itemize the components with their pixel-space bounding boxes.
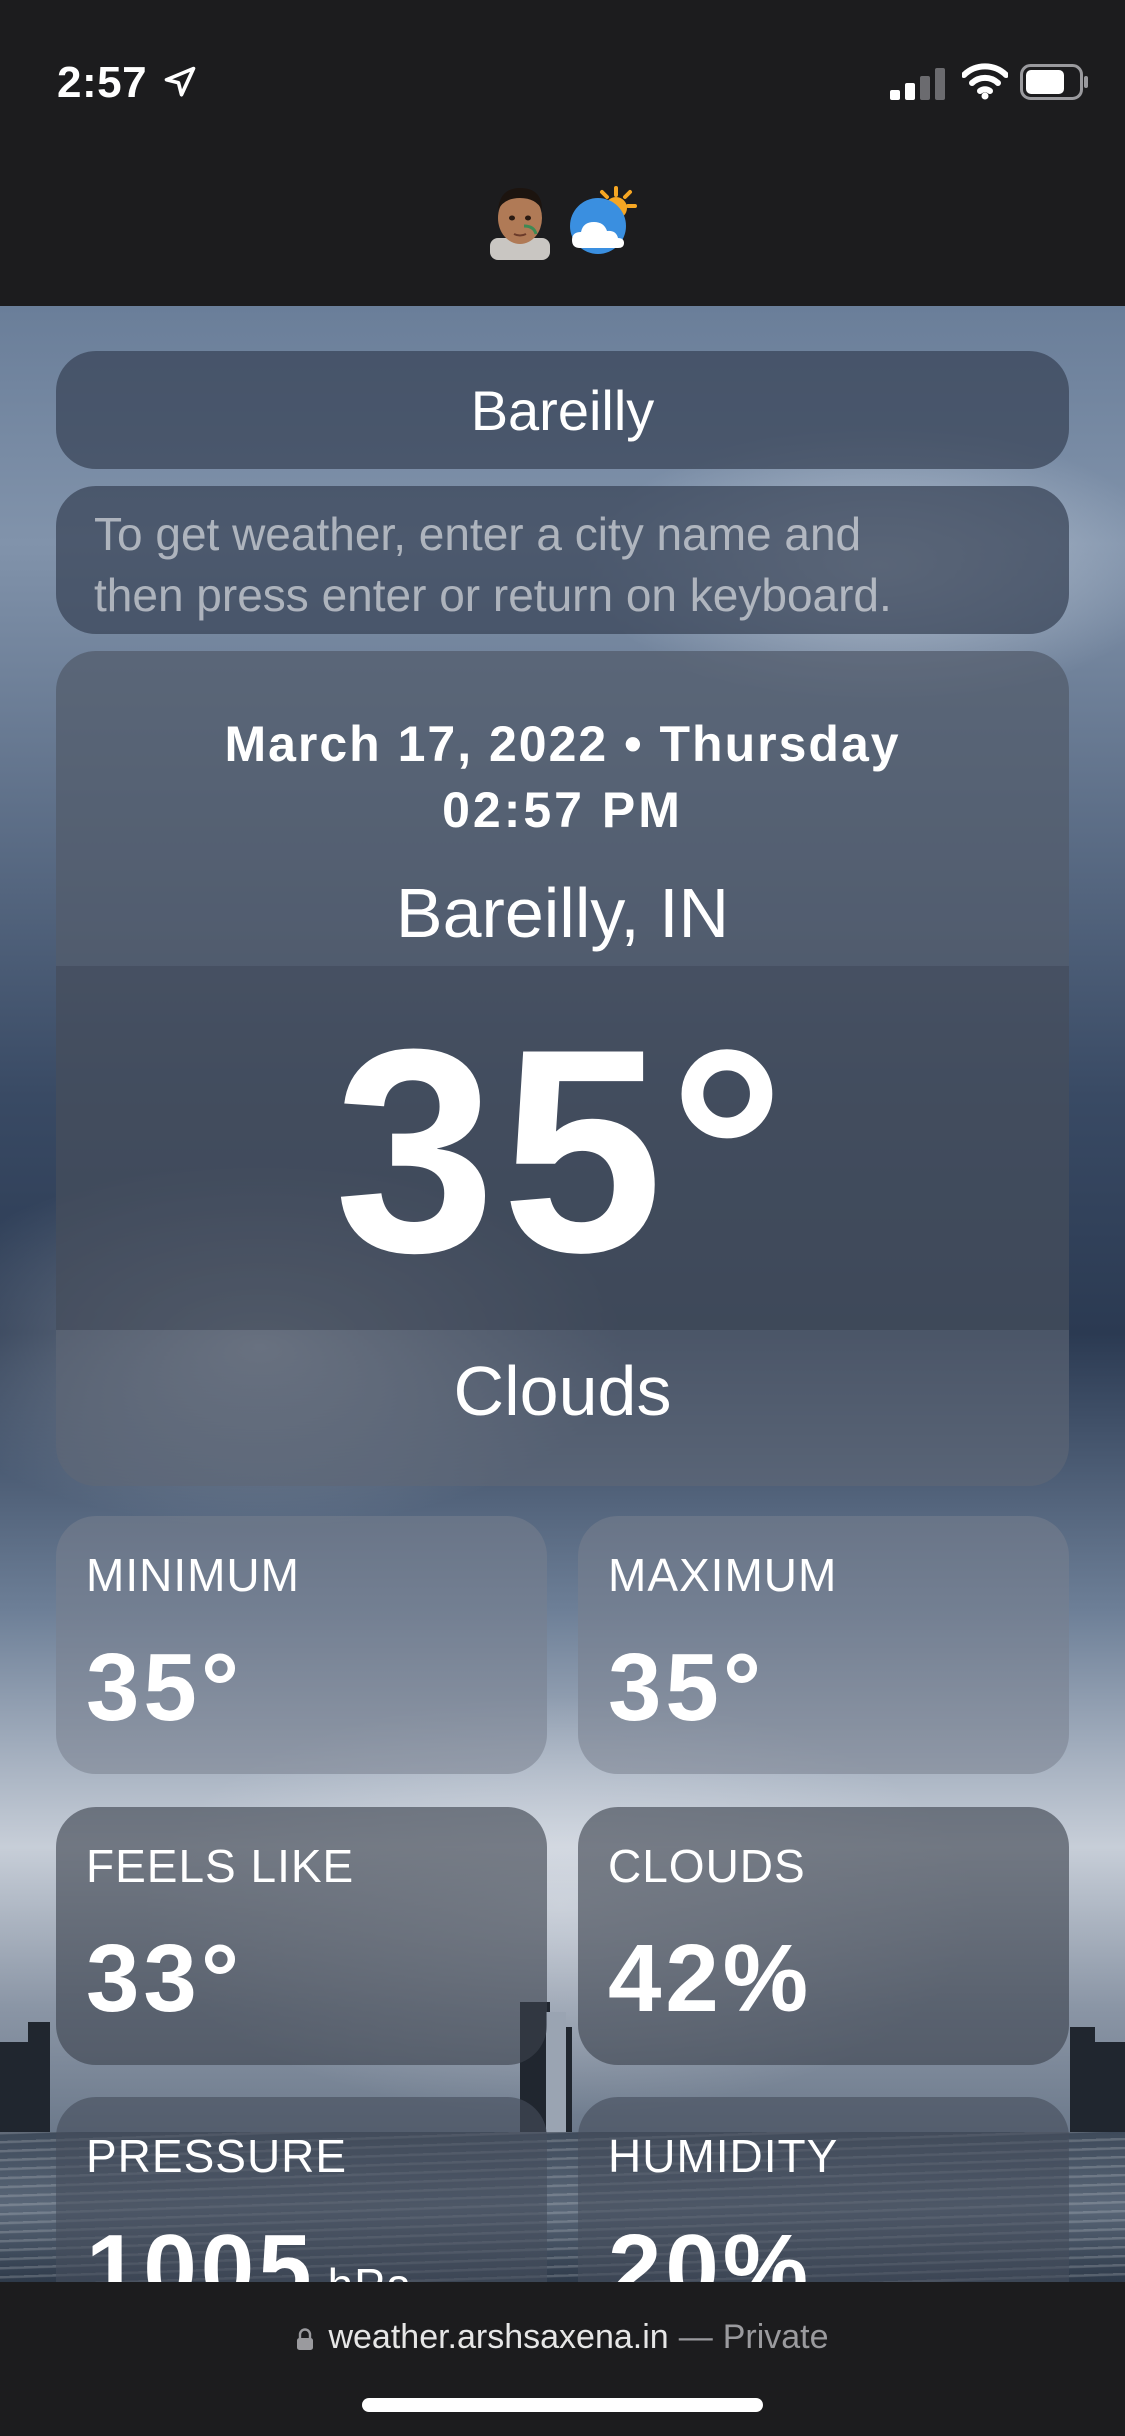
search-card — [56, 351, 1069, 469]
stat-label: MINIMUM — [86, 1549, 300, 1601]
stat-value: 35° — [86, 1634, 244, 1741]
lock-icon — [297, 2328, 314, 2350]
stat-label: MAXIMUM — [608, 1549, 838, 1601]
weather-logo-icon[interactable] — [566, 186, 642, 256]
user-avatar[interactable] — [490, 180, 550, 260]
stat-value: 33° — [86, 1925, 244, 2032]
stat-value: 35° — [608, 1634, 766, 1741]
stat-label: PRESSURE — [86, 2130, 348, 2182]
stat-card-feels-like: FEELS LIKE 33° — [56, 1807, 547, 2065]
stat-value: 1005hPa — [86, 2221, 517, 2283]
url-domain[interactable]: weather.arshsaxena.in — [328, 2318, 668, 2356]
browser-url-bar[interactable]: weather.arshsaxena.in — Private — [0, 2282, 1125, 2436]
stat-card-clouds: CLOUDS 42% — [578, 1807, 1069, 2065]
location-arrow-icon — [164, 66, 196, 97]
current-time: 02:57 PM — [442, 782, 683, 838]
stat-value: 20% — [608, 2215, 813, 2283]
url-separator: — — [678, 2318, 713, 2356]
home-indicator[interactable] — [362, 2398, 763, 2412]
stat-label: CLOUDS — [608, 1840, 806, 1892]
current-temperature: 35° — [334, 989, 791, 1313]
stat-unit: hPa — [328, 2259, 413, 2282]
battery-icon — [1020, 64, 1088, 100]
stat-card-minimum: MINIMUM 35° — [56, 1516, 547, 1774]
stat-card-maximum: MAXIMUM 35° — [578, 1516, 1069, 1774]
url-line[interactable]: weather.arshsaxena.in — Private — [0, 2318, 1125, 2357]
stat-label: FEELS LIKE — [86, 1840, 355, 1892]
city-search-input[interactable] — [56, 351, 1069, 469]
stat-card-pressure: PRESSURE 1005hPa — [56, 2097, 547, 2282]
current-location: Bareilly, IN — [395, 874, 730, 952]
stat-label: HUMIDITY — [608, 2130, 839, 2182]
cellular-signal-icon — [890, 68, 945, 100]
private-mode-label: Private — [722, 2318, 829, 2356]
search-hint-line-1: To get weather, enter a city name and — [94, 508, 862, 560]
stat-number: 1005 — [86, 2215, 316, 2283]
wifi-icon — [962, 63, 1008, 100]
stat-value: 42% — [608, 1925, 813, 2032]
search-hint-line-2: then press enter or return on keyboard. — [94, 569, 892, 621]
stat-card-humidity: HUMIDITY 20% — [578, 2097, 1069, 2282]
search-hint-card: To get weather, enter a city name and th… — [56, 486, 1069, 634]
current-date: March 17, 2022 • Thursday — [224, 716, 901, 772]
current-weather-card: March 17, 2022 • Thursday 02:57 PM Barei… — [56, 651, 1069, 1486]
site-header — [0, 160, 1125, 306]
status-bar: 2:57 — [0, 0, 1125, 160]
status-time: 2:57 — [57, 58, 148, 107]
current-condition: Clouds — [453, 1352, 672, 1430]
